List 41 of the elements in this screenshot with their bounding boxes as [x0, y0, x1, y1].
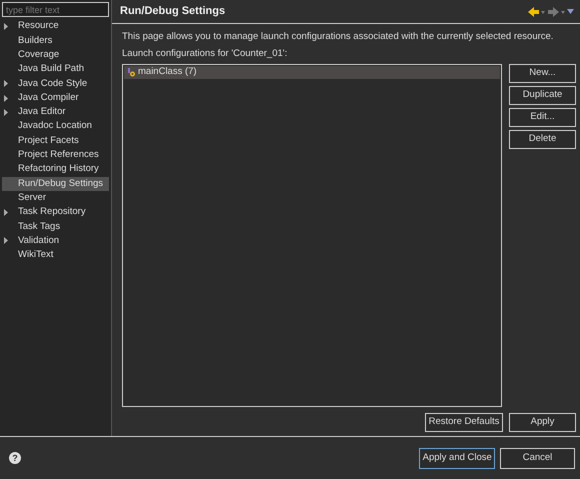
side-button[interactable]: Delete — [509, 130, 576, 149]
back-arrow-icon[interactable] — [528, 6, 546, 16]
expand-arrow-icon[interactable] — [4, 108, 8, 116]
expand-arrow-icon[interactable] — [4, 80, 8, 88]
sidebar-item[interactable]: Task Tags — [2, 220, 109, 234]
sidebar-item[interactable]: Project References — [2, 148, 109, 162]
menu-caret-icon[interactable] — [567, 9, 574, 14]
list-item[interactable]: mainClass (7) — [124, 66, 500, 79]
restore-defaults-button[interactable]: Restore Defaults — [425, 413, 503, 432]
cancel-button[interactable]: Cancel — [500, 448, 575, 468]
java-launch-icon — [127, 68, 136, 77]
side-button[interactable]: New... — [509, 64, 576, 83]
sidebar-item[interactable]: Java Code Style — [2, 76, 109, 91]
sidebar-item[interactable]: Resource — [2, 19, 109, 34]
page-title: Run/Debug Settings — [120, 4, 226, 20]
list-label: Launch configurations for 'Counter_01': — [122, 46, 288, 61]
configuration-list[interactable]: mainClass (7) — [122, 64, 502, 407]
expand-arrow-icon[interactable] — [4, 237, 8, 244]
expand-arrow-icon[interactable] — [4, 94, 8, 102]
sidebar-item[interactable]: Project Facets — [2, 134, 109, 148]
sidebar-item[interactable]: Java Build Path — [2, 62, 109, 77]
sidebar-item[interactable]: WikiText — [2, 248, 109, 262]
apply-and-close-button[interactable]: Apply and Close — [419, 448, 496, 468]
expand-arrow-icon[interactable] — [4, 23, 8, 30]
sidebar-item[interactable]: Task Repository — [2, 205, 109, 220]
expand-arrow-icon[interactable] — [4, 208, 8, 216]
apply-button[interactable]: Apply — [509, 413, 576, 432]
sidebar-item[interactable]: Builders — [2, 34, 109, 48]
sidebar-item[interactable]: Server — [2, 190, 109, 206]
sidebar-item[interactable]: Javadoc Location — [2, 119, 109, 134]
filter-field[interactable]: type filter text — [2, 2, 109, 17]
sidebar-item[interactable]: Java Editor — [2, 105, 109, 120]
help-button[interactable]: ? — [9, 452, 21, 464]
sidebar-item[interactable]: Validation — [2, 234, 109, 248]
side-button[interactable]: Edit... — [509, 108, 576, 127]
sidebar-item[interactable]: Java Compiler — [2, 90, 109, 106]
side-button[interactable]: Duplicate — [509, 86, 576, 105]
sidebar-item[interactable]: Run/Debug Settings — [2, 176, 109, 191]
sidebar-item[interactable]: Refactoring History — [2, 162, 109, 177]
sidebar-item[interactable]: Coverage — [2, 48, 109, 62]
description-text: This page allows you to manage launch configurations associated with the currently selected resource. — [122, 30, 554, 44]
